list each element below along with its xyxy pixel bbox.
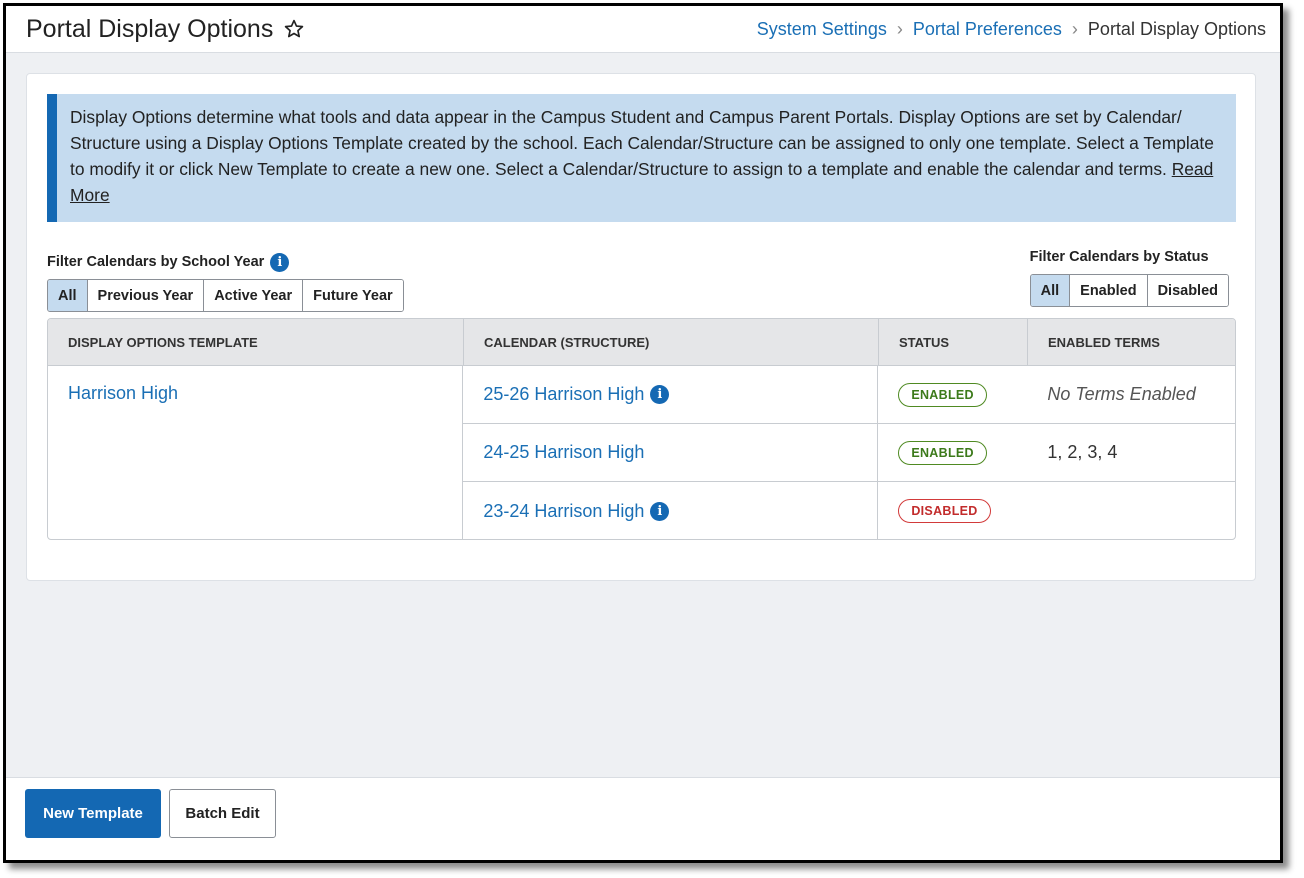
table-row: 23-24 Harrison High i DISABLED bbox=[463, 482, 1235, 539]
calendar-rows: 25-26 Harrison High i ENABLED No Terms E… bbox=[463, 366, 1235, 539]
calendar-cell: 25-26 Harrison High i bbox=[463, 366, 879, 423]
status-filter-disabled[interactable]: Disabled bbox=[1147, 275, 1228, 306]
year-filter-active-year[interactable]: Active Year bbox=[204, 280, 304, 311]
table-row: 24-25 Harrison High ENABLED 1, 2, 3, 4 bbox=[463, 424, 1235, 482]
template-cell: Harrison High bbox=[48, 366, 464, 539]
batch-edit-button[interactable]: Batch Edit bbox=[169, 789, 276, 838]
title-wrap: Portal Display Options bbox=[26, 15, 305, 44]
table-header: DISPLAY OPTIONS TEMPLATE CALENDAR (STRUC… bbox=[48, 319, 1235, 366]
table-row: 25-26 Harrison High i ENABLED No Terms E… bbox=[463, 366, 1235, 424]
calendar-link[interactable]: 24-25 Harrison High bbox=[483, 442, 644, 463]
status-badge: DISABLED bbox=[898, 499, 991, 523]
status-filter-label: Filter Calendars by Status bbox=[1029, 249, 1209, 265]
info-icon[interactable]: i bbox=[650, 385, 670, 404]
status-filter: Filter Calendars by Status All Enabled D… bbox=[1029, 245, 1229, 307]
status-badge: ENABLED bbox=[898, 382, 987, 407]
column-header-enabled-terms: ENABLED TERMS bbox=[1048, 334, 1160, 350]
new-template-button[interactable]: New Template bbox=[25, 789, 161, 838]
school-year-filter-label: Filter Calendars by School Year bbox=[47, 254, 265, 270]
enabled-terms-text: 1, 2, 3, 4 bbox=[1047, 442, 1118, 462]
status-segmented-control: All Enabled Disabled bbox=[1029, 274, 1229, 307]
app-window: Portal Display Options System Settings ›… bbox=[3, 3, 1283, 863]
template-link-harrison-high[interactable]: Harrison High bbox=[68, 383, 178, 403]
column-header-status: STATUS bbox=[879, 319, 1028, 365]
terms-cell: 1, 2, 3, 4 bbox=[1027, 424, 1234, 481]
status-cell: DISABLED bbox=[878, 482, 1027, 539]
school-year-filter-label-wrap: Filter Calendars by School Year i bbox=[47, 250, 404, 274]
calendar-link[interactable]: 23-24 Harrison High bbox=[483, 501, 644, 522]
year-filter-future-year[interactable]: Future Year bbox=[303, 280, 403, 311]
column-header-template: DISPLAY OPTIONS TEMPLATE bbox=[48, 319, 464, 365]
star-icon[interactable] bbox=[283, 18, 305, 40]
terms-cell: No Terms Enabled bbox=[1027, 366, 1234, 423]
info-banner: Display Options determine what tools and… bbox=[47, 94, 1236, 222]
calendar-cell: 24-25 Harrison High bbox=[463, 424, 879, 481]
table-body: Harrison High 25-26 Harrison High i ENAB… bbox=[48, 366, 1235, 539]
breadcrumb-current: Portal Display Options bbox=[1087, 18, 1266, 39]
school-year-filter: Filter Calendars by School Year i All Pr… bbox=[47, 250, 404, 312]
status-badge: ENABLED bbox=[898, 440, 987, 465]
chevron-right-icon: › bbox=[896, 18, 903, 39]
chevron-right-icon: › bbox=[1071, 18, 1078, 39]
status-filter-enabled[interactable]: Enabled bbox=[1070, 275, 1148, 306]
info-icon[interactable]: i bbox=[650, 501, 670, 521]
year-filter-all[interactable]: All bbox=[48, 280, 88, 311]
content-card: Display Options determine what tools and… bbox=[26, 73, 1256, 581]
breadcrumb-system-settings[interactable]: System Settings bbox=[757, 19, 887, 40]
status-cell: ENABLED bbox=[878, 424, 1027, 481]
calendar-cell: 23-24 Harrison High i bbox=[463, 482, 879, 539]
action-bar: New Template Batch Edit bbox=[6, 777, 1280, 860]
school-year-segmented-control: All Previous Year Active Year Future Yea… bbox=[47, 279, 404, 312]
status-cell: ENABLED bbox=[878, 366, 1027, 423]
status-filter-all[interactable]: All bbox=[1030, 275, 1071, 306]
page-header: Portal Display Options System Settings ›… bbox=[6, 6, 1280, 53]
breadcrumb: System Settings › Portal Preferences › P… bbox=[757, 19, 1266, 40]
info-banner-text: Display Options determine what tools and… bbox=[70, 107, 1214, 179]
year-filter-previous-year[interactable]: Previous Year bbox=[87, 280, 205, 311]
enabled-terms-text: No Terms Enabled bbox=[1047, 384, 1196, 404]
column-header-calendar: CALENDAR (STRUCTURE) bbox=[464, 319, 879, 365]
calendars-table: DISPLAY OPTIONS TEMPLATE CALENDAR (STRUC… bbox=[47, 318, 1236, 540]
breadcrumb-portal-preferences[interactable]: Portal Preferences bbox=[913, 19, 1062, 40]
terms-cell bbox=[1027, 482, 1234, 539]
calendar-link[interactable]: 25-26 Harrison High bbox=[483, 384, 644, 405]
info-icon[interactable]: i bbox=[270, 252, 290, 272]
page-title: Portal Display Options bbox=[26, 14, 274, 43]
